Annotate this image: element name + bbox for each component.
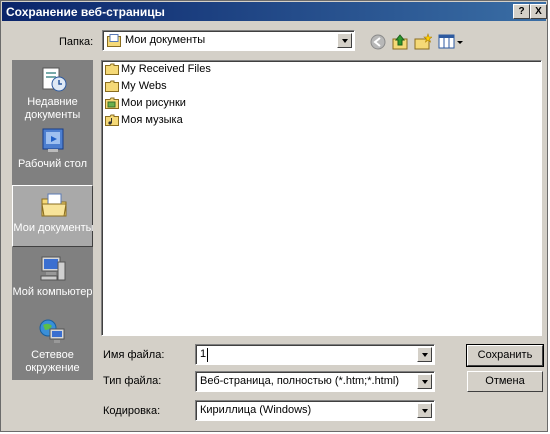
special-folder-icon [105,114,119,126]
recent-documents-icon [42,67,67,92]
encoding-dropdown-button[interactable] [417,403,432,418]
folder-icon [105,80,119,92]
filename-dropdown-button[interactable] [417,347,432,362]
special-folder-icon [105,97,119,109]
place-desktop-label: Рабочий стол [17,158,88,170]
place-my-documents-label: Мои документы [13,222,94,234]
window-title: Сохранение веб-страницы [6,5,165,19]
filename-label: Имя файла: [103,349,165,361]
places-bar: Недавние документы Рабочий стол Мои доку… [12,60,94,380]
place-desktop[interactable]: Рабочий стол [12,122,93,184]
title-bar: Сохранение веб-страницы ? X [2,2,547,21]
save-button[interactable]: Сохранить [466,344,544,367]
file-name: My Webs [121,80,167,92]
help-button[interactable]: ? [513,4,530,19]
cancel-button[interactable]: Отмена [467,371,543,392]
file-name: Мои рисунки [121,97,186,109]
network-icon [39,319,65,343]
place-network-label: Сетевое окружение [25,349,80,374]
my-documents-icon [41,193,67,217]
file-list[interactable]: My Received Files My Webs Мои рисунки Мо… [101,60,542,336]
filetype-dropdown-button[interactable] [417,374,432,389]
desktop-icon [42,128,64,152]
views-menu-icon[interactable] [438,33,464,51]
place-my-documents[interactable]: Мои документы [12,185,94,247]
file-name: Моя музыка [121,114,183,126]
text-cursor [207,348,208,362]
my-documents-small-icon [107,34,121,47]
file-name: My Received Files [121,63,211,75]
my-computer-icon [40,256,66,281]
place-my-computer-label: Мой компьютер [12,286,93,298]
place-recent-documents[interactable]: Недавние документы [12,60,93,122]
up-folder-icon[interactable] [391,33,409,51]
filetype-label: Тип файла: [103,375,162,387]
new-folder-icon[interactable] [414,33,432,51]
place-recent-documents-label: Недавние документы [24,96,81,121]
folder-combo[interactable]: Мои документы [102,30,355,51]
folder-value: Мои документы [125,34,206,46]
encoding-select[interactable]: Кириллица (Windows) [195,400,435,421]
filetype-select[interactable]: Веб-страница, полностью (*.htm;*.html) [195,371,435,392]
encoding-label: Кодировка: [103,405,161,417]
folder-icon [105,63,119,75]
close-button[interactable]: X [530,4,547,19]
filename-value: 1 [200,348,207,360]
back-icon[interactable] [369,33,387,51]
folder-dropdown-button[interactable] [337,33,352,48]
place-network[interactable]: Сетевое окружение [12,313,93,375]
place-my-computer[interactable]: Мой компьютер [12,250,93,312]
save-dialog: Сохранение веб-страницы ? X Папка: Мои д… [0,0,548,432]
encoding-value: Кириллица (Windows) [200,404,312,416]
filetype-value: Веб-страница, полностью (*.htm;*.html) [200,375,400,387]
folder-label: Папка: [59,36,94,48]
filename-input[interactable]: 1 [195,344,435,365]
